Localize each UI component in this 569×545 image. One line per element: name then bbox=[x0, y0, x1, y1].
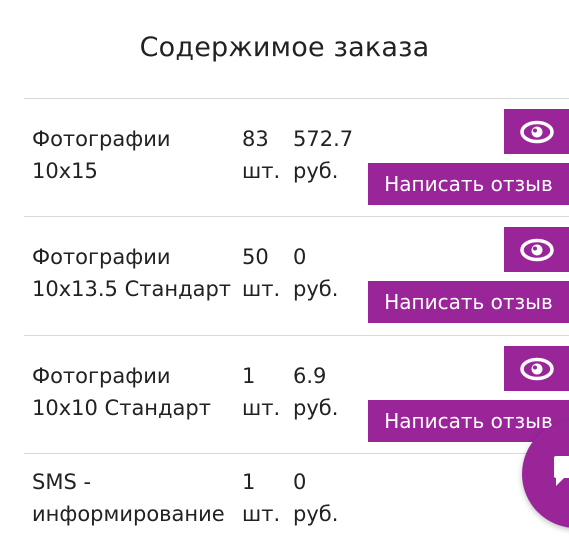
item-name-line: SMS - bbox=[32, 470, 92, 494]
price-unit: руб. bbox=[293, 277, 339, 301]
item-name-line: Фотографии bbox=[32, 245, 171, 269]
write-review-button[interactable]: Написать отзыв bbox=[368, 281, 569, 323]
quantity-value: 83 bbox=[242, 127, 269, 151]
price-unit: руб. bbox=[293, 159, 339, 183]
view-item-button[interactable] bbox=[504, 227, 569, 272]
view-item-button[interactable] bbox=[504, 109, 569, 154]
item-name-line: Фотографии bbox=[32, 127, 171, 151]
item-name-line: 10x15 bbox=[32, 159, 98, 183]
item-name-line: 10x10 Стандарт bbox=[32, 396, 211, 420]
quantity-unit: шт. bbox=[242, 502, 281, 526]
item-name: SMS - информирование bbox=[32, 466, 242, 530]
eye-icon bbox=[519, 238, 554, 261]
item-quantity: 83 шт. bbox=[242, 123, 290, 187]
item-name: Фотографии 10x15 bbox=[32, 123, 242, 187]
quantity-unit: шт. bbox=[242, 396, 281, 420]
chat-icon bbox=[554, 456, 569, 486]
price-value: 572.7 bbox=[293, 127, 354, 151]
item-name-line: информирование bbox=[32, 502, 225, 526]
order-item-row: SMS - информирование 1 шт. 0 руб. bbox=[0, 442, 569, 545]
item-price: 572.7 руб. bbox=[293, 123, 363, 187]
write-review-button[interactable]: Написать отзыв bbox=[368, 163, 569, 205]
price-value: 0 bbox=[293, 245, 307, 269]
quantity-unit: шт. bbox=[242, 159, 281, 183]
order-contents-page: Содержимое заказа Фотографии 10x15 83 шт… bbox=[0, 0, 569, 545]
page-title: Содержимое заказа bbox=[139, 32, 430, 63]
eye-icon bbox=[519, 120, 554, 143]
item-quantity: 1 шт. bbox=[242, 466, 290, 530]
item-name: Фотографии 10x10 Стандарт bbox=[32, 360, 242, 424]
price-value: 6.9 bbox=[293, 364, 327, 388]
item-quantity: 1 шт. bbox=[242, 360, 290, 424]
eye-icon bbox=[519, 357, 554, 380]
order-item-row: Фотографии 10x15 83 шт. 572.7 руб. Напис… bbox=[0, 99, 569, 217]
price-unit: руб. bbox=[293, 502, 339, 526]
item-price: 0 руб. bbox=[293, 466, 363, 530]
view-item-button[interactable] bbox=[504, 346, 569, 391]
item-price: 0 руб. bbox=[293, 241, 363, 305]
item-name: Фотографии 10x13.5 Стандарт bbox=[32, 241, 242, 305]
quantity-value: 50 bbox=[242, 245, 269, 269]
order-item-row: Фотографии 10x10 Стандарт 1 шт. 6.9 руб.… bbox=[0, 336, 569, 454]
price-unit: руб. bbox=[293, 396, 339, 420]
order-item-row: Фотографии 10x13.5 Стандарт 50 шт. 0 руб… bbox=[0, 217, 569, 335]
item-quantity: 50 шт. bbox=[242, 241, 290, 305]
item-price: 6.9 руб. bbox=[293, 360, 363, 424]
item-name-line: Фотографии bbox=[32, 364, 171, 388]
quantity-value: 1 bbox=[242, 470, 256, 494]
quantity-value: 1 bbox=[242, 364, 256, 388]
quantity-unit: шт. bbox=[242, 277, 281, 301]
price-value: 0 bbox=[293, 470, 307, 494]
item-name-line: 10x13.5 Стандарт bbox=[32, 277, 232, 301]
